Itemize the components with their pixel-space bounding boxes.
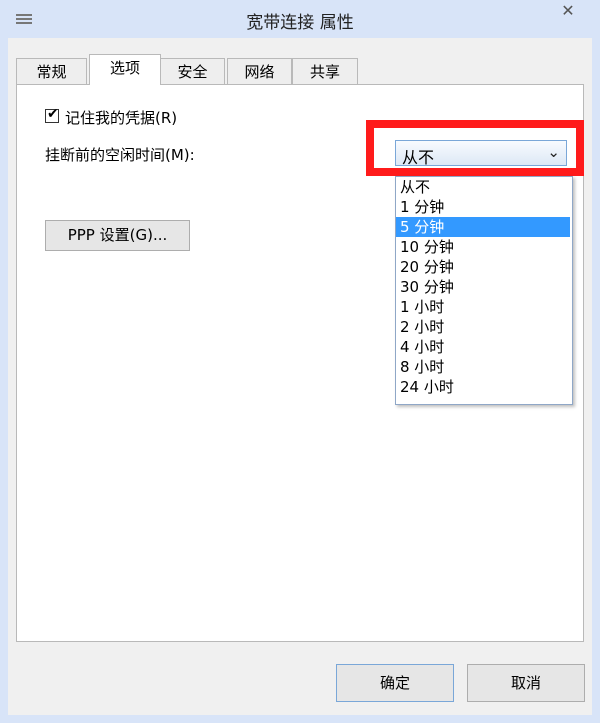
- close-icon[interactable]: ✕: [546, 0, 590, 22]
- checkmark-icon: ✔: [47, 106, 59, 122]
- idle-timeout-dropdown: 从不 1 分钟 5 分钟 10 分钟 20 分钟 30 分钟 1 小时 2 小时…: [395, 176, 573, 405]
- ppp-settings-button[interactable]: PPP 设置(G)...: [45, 220, 190, 251]
- chevron-down-icon[interactable]: ⌄: [547, 143, 560, 161]
- dropdown-option[interactable]: 8 小时: [396, 357, 570, 377]
- tab-options[interactable]: 选项: [89, 54, 161, 85]
- dropdown-option[interactable]: 30 分钟: [396, 277, 570, 297]
- ok-button[interactable]: 确定: [336, 664, 454, 702]
- remember-credentials-checkbox[interactable]: ✔: [45, 106, 59, 123]
- tab-network[interactable]: 网络: [227, 58, 292, 84]
- dropdown-option[interactable]: 从不: [396, 177, 570, 197]
- properties-window: 宽带连接 属性 ✕ 常规 选项 安全 网络 共享 ✔ 记住我的凭据(R) 挂断前…: [0, 0, 600, 723]
- tab-general[interactable]: 常规: [16, 58, 87, 84]
- cancel-button[interactable]: 取消: [467, 664, 585, 702]
- selected-value: 从不: [402, 148, 435, 167]
- dropdown-option[interactable]: 1 分钟: [396, 197, 570, 217]
- tab-sharing[interactable]: 共享: [292, 58, 358, 84]
- dropdown-option-highlighted[interactable]: 5 分钟: [396, 217, 570, 237]
- dropdown-option[interactable]: 1 小时: [396, 297, 570, 317]
- remember-credentials-label: 记住我的凭据(R): [65, 109, 178, 127]
- dropdown-option[interactable]: 4 小时: [396, 337, 570, 357]
- dropdown-option[interactable]: 24 小时: [396, 377, 570, 397]
- title-bar[interactable]: 宽带连接 属性 ✕: [0, 0, 600, 38]
- idle-timeout-label: 挂断前的空闲时间(M):: [45, 146, 195, 164]
- dropdown-option[interactable]: 10 分钟: [396, 237, 570, 257]
- dropdown-option[interactable]: 2 小时: [396, 317, 570, 337]
- tab-security[interactable]: 安全: [160, 58, 225, 84]
- dropdown-option[interactable]: 20 分钟: [396, 257, 570, 277]
- idle-timeout-select[interactable]: 从不 ⌄: [395, 140, 567, 167]
- window-title: 宽带连接 属性: [246, 13, 354, 33]
